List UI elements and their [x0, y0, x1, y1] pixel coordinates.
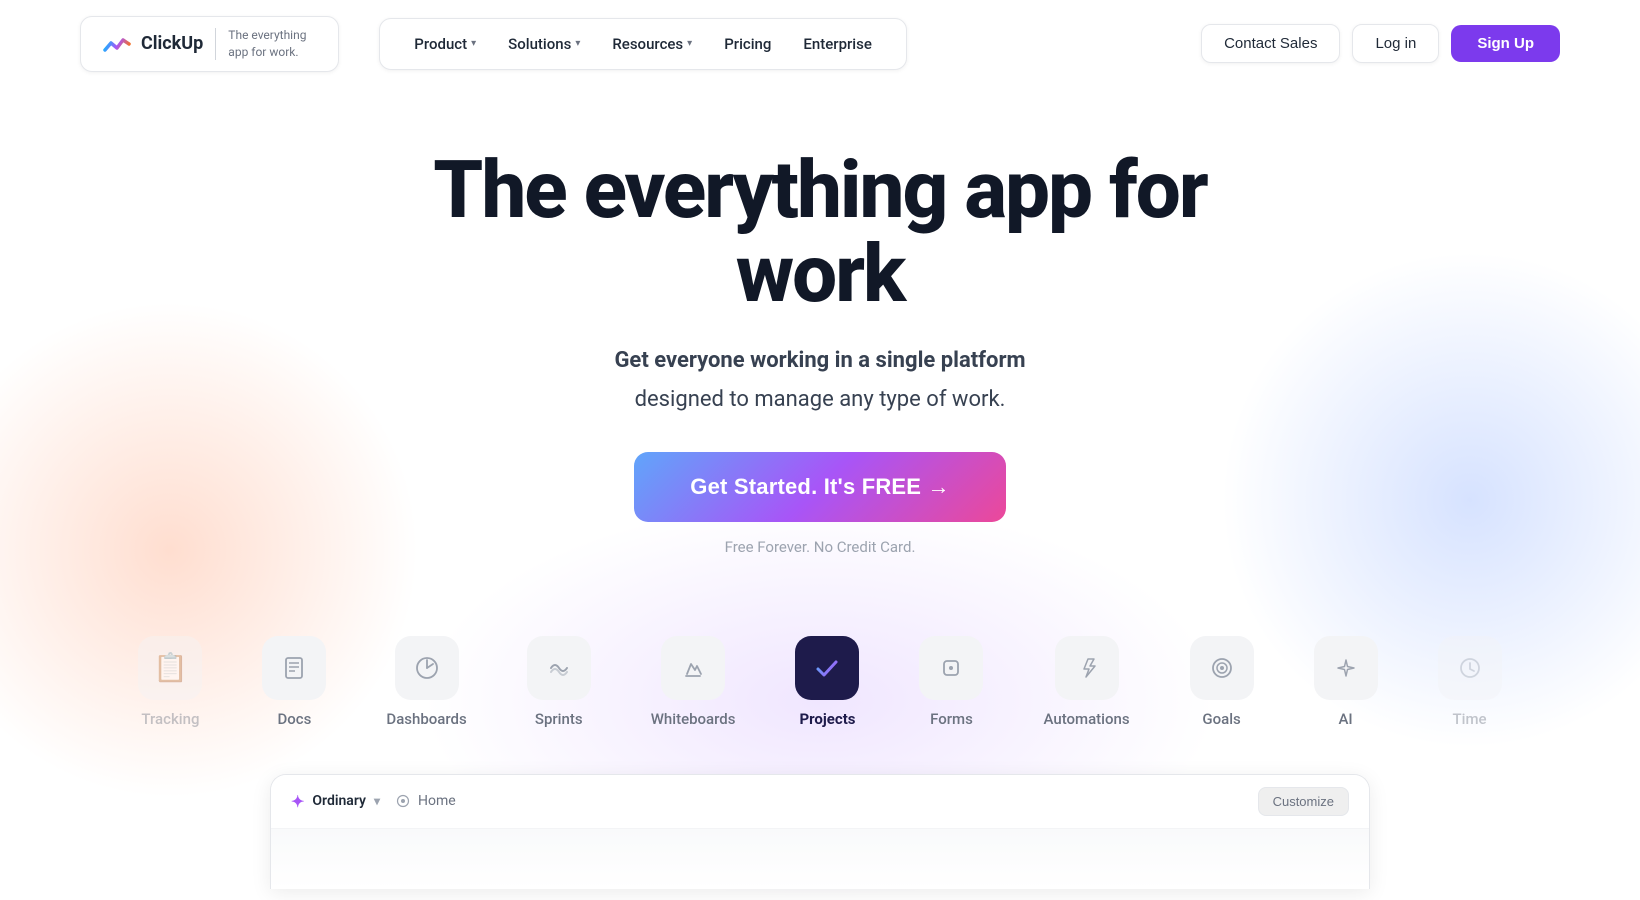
- projects-icon-wrapper: [795, 636, 859, 700]
- logo-name: ClickUp: [141, 33, 203, 54]
- feature-item-docs[interactable]: Docs: [232, 626, 356, 738]
- logo-divider: [215, 28, 216, 60]
- feature-item-time[interactable]: Time: [1408, 626, 1532, 738]
- feature-label-ai: AI: [1338, 710, 1352, 728]
- feature-item-projects[interactable]: Projects: [765, 626, 889, 738]
- sprints-icon-wrapper: [527, 636, 591, 700]
- feature-label-dashboards: Dashboards: [386, 710, 466, 728]
- feature-label-whiteboards: Whiteboards: [651, 710, 736, 728]
- ai-icon-wrapper: [1314, 636, 1378, 700]
- time-icon-wrapper: [1438, 636, 1502, 700]
- feature-label-projects: Projects: [799, 710, 855, 728]
- nav-links: Product ▾ Solutions ▾ Resources ▾ Pricin…: [379, 18, 907, 70]
- signup-button[interactable]: Sign Up: [1451, 25, 1560, 62]
- docs-icon-wrapper: [262, 636, 326, 700]
- feature-item-whiteboards[interactable]: Whiteboards: [621, 626, 766, 738]
- feature-label-sprints: Sprints: [535, 710, 583, 728]
- nav-link-solutions[interactable]: Solutions ▾: [494, 29, 594, 59]
- app-body: [271, 829, 1369, 889]
- fine-print: Free Forever. No Credit Card.: [725, 538, 916, 556]
- hero-title: The everything app for work: [370, 148, 1270, 316]
- app-breadcrumb: Home: [396, 793, 456, 809]
- hero-subtitle: Get everyone working in a single platfor…: [614, 344, 1025, 377]
- nav-left: ClickUp The everything app for work. Pro…: [80, 16, 907, 72]
- tracking-icon-wrapper: 📋: [138, 636, 202, 700]
- chevron-icon: ▾: [471, 38, 476, 49]
- feature-item-automations[interactable]: Automations: [1013, 626, 1159, 738]
- feature-label-forms: Forms: [930, 710, 973, 728]
- hero-section: The everything app for work Get everyone…: [0, 88, 1640, 626]
- whiteboards-icon-wrapper: [661, 636, 725, 700]
- chevron-icon: ▾: [575, 38, 580, 49]
- feature-label-docs: Docs: [277, 710, 311, 728]
- feature-item-tracking[interactable]: 📋 Tracking: [108, 626, 232, 738]
- workspace-sparkle-icon: ✦: [291, 792, 304, 811]
- feature-label-time: Time: [1453, 710, 1487, 728]
- features-row: 📋 Tracking Docs Dashboards: [0, 626, 1640, 738]
- feature-item-goals[interactable]: Goals: [1160, 626, 1284, 738]
- nav-link-resources[interactable]: Resources ▾: [598, 29, 706, 59]
- feature-item-forms[interactable]: Forms: [889, 626, 1013, 738]
- dashboards-icon-wrapper: [395, 636, 459, 700]
- feature-item-sprints[interactable]: Sprints: [497, 626, 621, 738]
- feature-item-ai[interactable]: AI: [1284, 626, 1408, 738]
- customize-button[interactable]: Customize: [1258, 787, 1349, 816]
- nav-link-product[interactable]: Product ▾: [400, 29, 490, 59]
- app-preview-header: ✦ Ordinary ▾ Home Customize: [271, 775, 1369, 829]
- login-button[interactable]: Log in: [1352, 24, 1439, 63]
- hero-subtitle-2: designed to manage any type of work.: [635, 383, 1006, 416]
- goals-icon-wrapper: [1190, 636, 1254, 700]
- app-workspace: ✦ Ordinary ▾: [291, 792, 380, 811]
- workspace-chevron-icon: ▾: [374, 794, 380, 808]
- feature-item-dashboards[interactable]: Dashboards: [356, 626, 496, 738]
- app-preview: ✦ Ordinary ▾ Home Customize: [270, 774, 1370, 889]
- automations-icon-wrapper: [1055, 636, 1119, 700]
- feature-label-goals: Goals: [1202, 710, 1240, 728]
- navbar: ClickUp The everything app for work. Pro…: [0, 0, 1640, 88]
- clickup-logo: ClickUp: [101, 28, 203, 60]
- nav-link-enterprise[interactable]: Enterprise: [789, 29, 885, 59]
- logo-container[interactable]: ClickUp The everything app for work.: [80, 16, 339, 72]
- nav-right: Contact Sales Log in Sign Up: [1201, 24, 1560, 63]
- forms-icon-wrapper: [919, 636, 983, 700]
- feature-label-tracking: Tracking: [141, 710, 199, 728]
- nav-link-pricing[interactable]: Pricing: [710, 29, 785, 59]
- chevron-icon: ▾: [687, 38, 692, 49]
- cta-button[interactable]: Get Started. It's FREE →: [634, 452, 1005, 522]
- tracking-icon: 📋: [153, 651, 188, 684]
- feature-label-automations: Automations: [1043, 710, 1129, 728]
- contact-sales-button[interactable]: Contact Sales: [1201, 24, 1340, 63]
- logo-tagline: The everything app for work.: [228, 27, 318, 61]
